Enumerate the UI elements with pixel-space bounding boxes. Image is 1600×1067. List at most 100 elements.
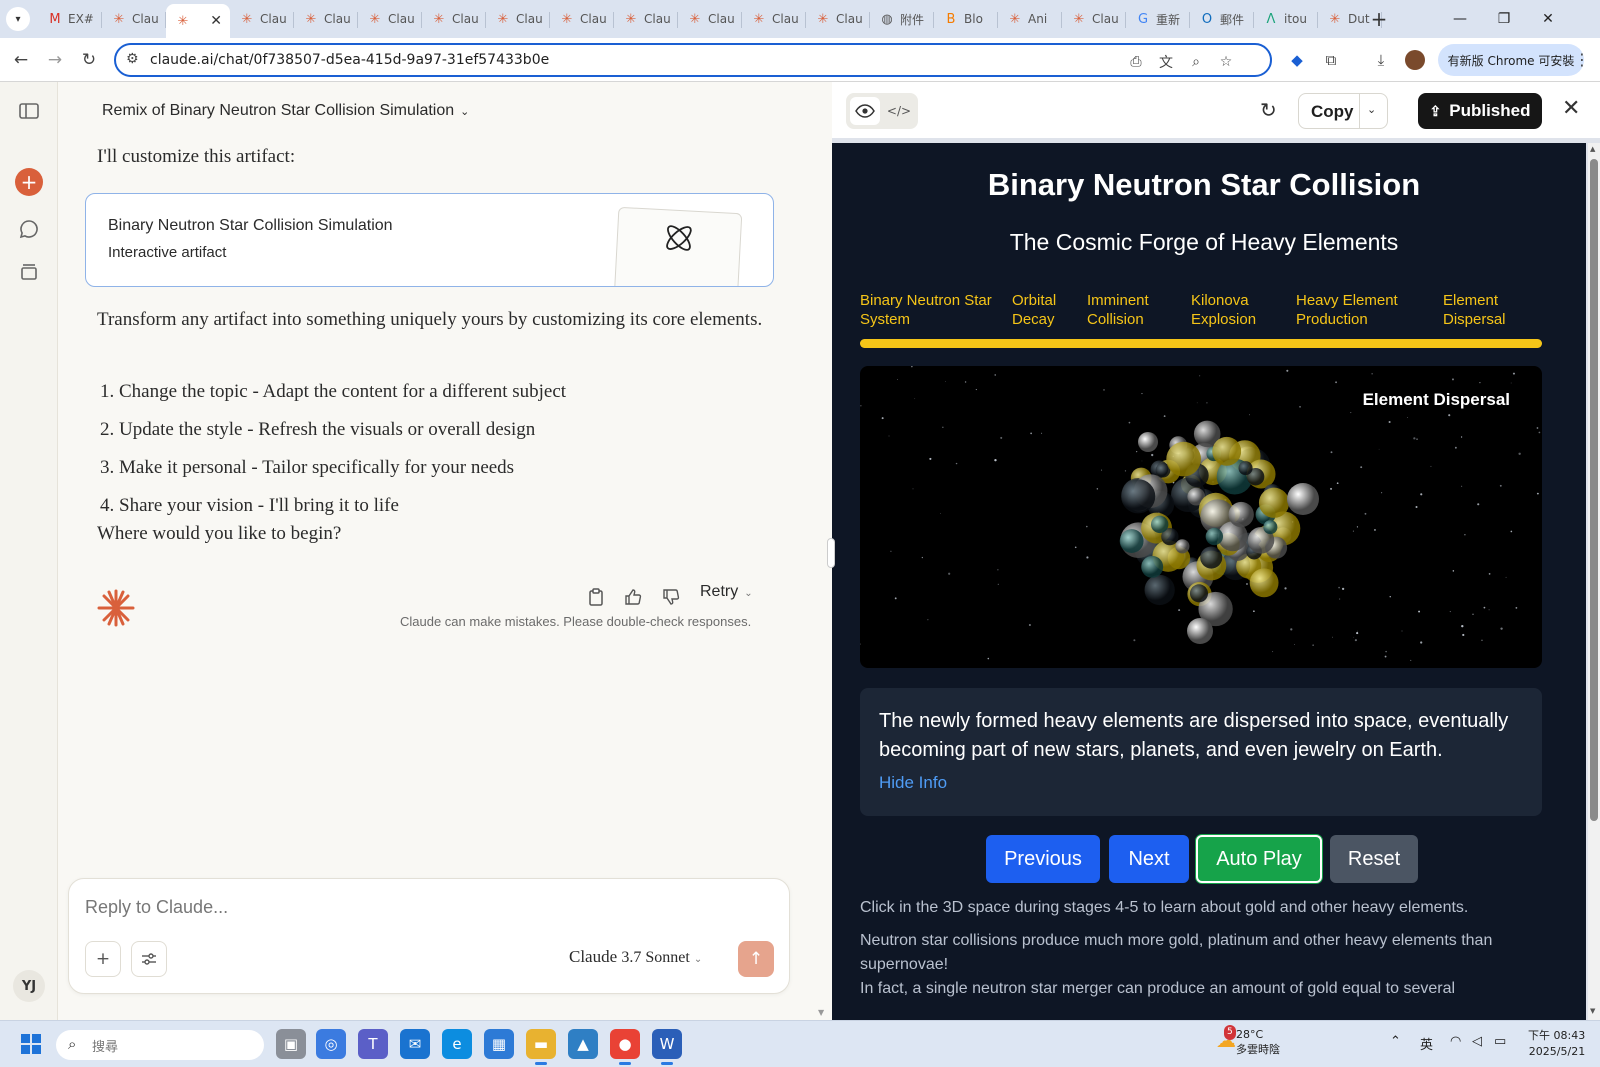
artifact-card[interactable]: Binary Neutron Star Collision Simulation… [85, 193, 774, 287]
chevron-down-icon[interactable]: ⌄ [1367, 103, 1376, 116]
scroll-up-arrow[interactable]: ▲ [1590, 145, 1595, 153]
install-app-icon[interactable]: ⎙ [1126, 52, 1146, 72]
attach-button[interactable]: + [85, 941, 121, 977]
browser-tab[interactable]: ✳ Clau [614, 4, 678, 34]
hide-info-link[interactable]: Hide Info [879, 773, 947, 793]
stage-tab-4[interactable]: Kilonova Explosion [1191, 291, 1256, 329]
user-avatar[interactable]: YJ [13, 970, 45, 1002]
teams-icon[interactable]: T [358, 1029, 388, 1059]
minimize-button[interactable]: — [1438, 0, 1482, 38]
browser-tab[interactable]: ✳ Clau [806, 4, 870, 34]
published-button[interactable]: ⇪ Published [1418, 93, 1542, 129]
next-button[interactable]: Next [1109, 835, 1189, 883]
mail-icon[interactable]: ✉ [400, 1029, 430, 1059]
back-button[interactable]: ← [8, 47, 34, 73]
sidebar-toggle-icon[interactable] [16, 98, 42, 124]
windows-start-icon[interactable] [16, 1029, 46, 1059]
browser-tab[interactable]: ✳ Clau [294, 4, 358, 34]
chrome-update-button[interactable]: 有新版 Chrome 可安裝 [1438, 44, 1584, 76]
panel-resize-handle[interactable] [827, 538, 835, 568]
chats-icon[interactable] [16, 216, 42, 242]
store-icon[interactable]: ▦ [484, 1029, 514, 1059]
message-composer[interactable]: Reply to Claude... + Claude 3.7 Sonnet ⌄ … [68, 878, 790, 994]
address-bar[interactable]: ⚙ claude.ai/chat/0f738507-d5ea-415d-9a97… [114, 43, 1272, 77]
stage-tab-6[interactable]: Element Dispersal [1443, 291, 1506, 329]
browser-tab[interactable]: Λitou [1254, 4, 1318, 34]
particle-scene[interactable] [860, 366, 1542, 668]
zoom-icon[interactable]: ⌕ [1186, 52, 1206, 72]
chrome-icon[interactable]: ● [610, 1029, 640, 1065]
bookmark-star-icon[interactable]: ☆ [1216, 52, 1236, 72]
browser-tab[interactable]: ✳ Clau [550, 4, 614, 34]
tab-search-button[interactable]: ▾ [6, 7, 30, 31]
chrome-menu-icon[interactable]: ⋮ [1574, 50, 1590, 69]
battery-icon[interactable]: ▭ [1494, 1034, 1506, 1049]
close-window-button[interactable]: ✕ [1526, 0, 1570, 38]
preview-eye-icon[interactable] [850, 97, 880, 125]
new-tab-button[interactable]: + [1366, 6, 1392, 32]
edge-icon[interactable]: e [442, 1029, 472, 1059]
send-button[interactable]: ↑ [738, 941, 774, 977]
refresh-artifact-icon[interactable]: ↻ [1260, 98, 1277, 122]
weather-widget[interactable]: ☁ 5 28°C 多雲時陰 [1216, 1025, 1280, 1057]
browser-tab[interactable]: G 重新 [1126, 4, 1190, 34]
browser-tab[interactable]: ✳ Clau [742, 4, 806, 34]
scroll-down-arrow[interactable]: ▼ [1590, 1007, 1595, 1015]
system-clock[interactable]: 下午 08:43 2025/5/21 [1528, 1028, 1585, 1060]
taskbar-search[interactable]: ⌕ 搜尋 [56, 1030, 264, 1060]
browser-tab[interactable]: ✳ Clau [358, 4, 422, 34]
retry-button[interactable]: Retry ⌄ [700, 583, 753, 601]
scroll-down-arrow[interactable]: ▼ [818, 1008, 824, 1017]
artifact-scrollbar[interactable]: ▲ ▼ [1588, 143, 1600, 1020]
download-icon[interactable]: ⤓ [1370, 49, 1392, 71]
site-settings-icon[interactable]: ⚙ [126, 51, 139, 67]
reset-button[interactable]: Reset [1330, 835, 1418, 883]
reply-input[interactable]: Reply to Claude... [85, 897, 228, 918]
task-view-icon[interactable]: ▣ [276, 1029, 306, 1059]
chat-title-dropdown[interactable]: Remix of Binary Neutron Star Collision S… [102, 102, 469, 120]
auto-play-button[interactable]: Auto Play [1196, 835, 1322, 883]
model-selector[interactable]: Claude 3.7 Sonnet ⌄ [569, 947, 702, 967]
thumbs-down-icon[interactable] [662, 585, 680, 609]
stage-tab-2[interactable]: Orbital Decay [1012, 291, 1056, 329]
browser-tab[interactable]: B Blo [934, 4, 998, 34]
browser-tab[interactable]: ✳ Clau [230, 4, 294, 34]
browser-tab[interactable]: ✳ ✕ [166, 4, 230, 38]
browser-tab[interactable]: ✳ Clau [102, 4, 166, 34]
volume-icon[interactable]: ◁ [1472, 1034, 1482, 1049]
ime-indicator[interactable]: 英 [1420, 1034, 1433, 1053]
forward-button[interactable]: → [42, 47, 68, 73]
copy-button[interactable]: Copy ⌄ [1298, 93, 1388, 129]
restore-button[interactable]: ❐ [1482, 0, 1526, 38]
3d-simulation-viewport[interactable]: Element Dispersal [860, 366, 1542, 668]
browser-tab[interactable]: M EX# [38, 4, 102, 34]
copilot-icon[interactable]: ◎ [316, 1029, 346, 1059]
profile-avatar[interactable] [1405, 50, 1425, 70]
close-artifact-icon[interactable]: ✕ [1562, 96, 1580, 121]
reload-button[interactable]: ↻ [76, 47, 102, 73]
browser-tab[interactable]: ✳ Ani [998, 4, 1062, 34]
scrollbar-thumb[interactable] [1590, 159, 1598, 821]
thumbs-up-icon[interactable] [624, 585, 642, 609]
word-icon[interactable]: W [652, 1029, 682, 1065]
copy-response-icon[interactable] [588, 585, 604, 609]
chevron-up-icon[interactable]: ⌃ [1390, 1034, 1401, 1049]
browser-tab[interactable]: ◍ 附件 [870, 4, 934, 34]
browser-tab[interactable]: ✳ Clau [678, 4, 742, 34]
browser-tab[interactable]: ✳ Clau [422, 4, 486, 34]
browser-tab[interactable]: ✳ Clau [1062, 4, 1126, 34]
options-button[interactable] [131, 941, 167, 977]
translate-icon[interactable]: 文 [1156, 52, 1176, 72]
projects-icon[interactable] [16, 258, 42, 284]
stage-tab-1[interactable]: Binary Neutron Star System [860, 291, 992, 329]
close-tab-icon[interactable]: ✕ [210, 13, 222, 29]
wifi-icon[interactable]: ◠ [1450, 1034, 1461, 1049]
browser-tab[interactable]: ✳ Clau [486, 4, 550, 34]
previous-button[interactable]: Previous [986, 835, 1100, 883]
browser-tab[interactable]: O 郵件 [1190, 4, 1254, 34]
extension-icon[interactable]: ◆ [1286, 49, 1308, 71]
code-view-icon[interactable]: </> [884, 97, 914, 125]
url-text[interactable]: claude.ai/chat/0f738507-d5ea-415d-9a97-3… [150, 52, 549, 68]
file-explorer-icon[interactable]: ▬ [526, 1029, 556, 1065]
photos-icon[interactable]: ▲ [568, 1029, 598, 1059]
